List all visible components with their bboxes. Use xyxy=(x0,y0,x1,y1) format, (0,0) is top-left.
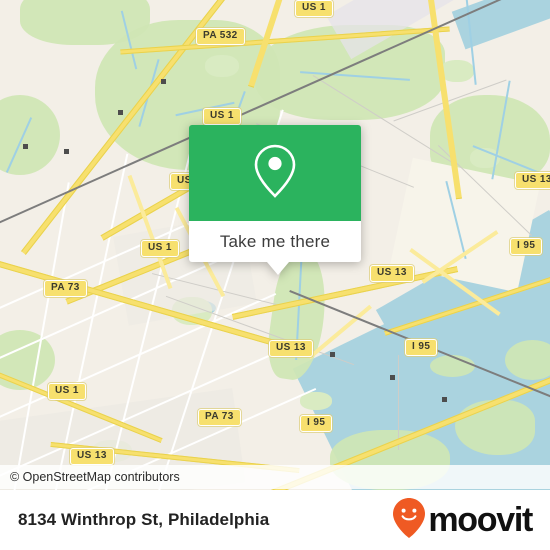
road-shield: PA 532 xyxy=(196,28,245,45)
road-shield: US 13 xyxy=(269,340,313,357)
take-me-there-label: Take me there xyxy=(219,231,331,251)
osm-attribution: © OpenStreetMap contributors xyxy=(0,465,550,489)
road-shield: US 1 xyxy=(203,108,241,125)
road-shield: I 95 xyxy=(510,238,543,255)
road-shield: US 1 xyxy=(141,240,179,257)
road-shield: US 13 xyxy=(515,172,550,189)
callout-pointer xyxy=(267,262,289,275)
road-shield: I 95 xyxy=(405,339,438,356)
road-shield: PA 73 xyxy=(198,409,241,426)
moovit-map-screenshot: US 1 PA 532 US 1 US 1 US 13 US 1 PA 73 US 13 I 9… xyxy=(0,0,550,550)
footer-bar: 8134 Winthrop St, Philadelphia moovit xyxy=(0,490,550,550)
destination-callout[interactable]: Take me there xyxy=(189,125,361,275)
road-shield: US 13 xyxy=(70,448,114,465)
road-shield: US 1 xyxy=(48,383,86,400)
moovit-smiley-pin-icon xyxy=(392,497,426,544)
address-label: 8134 Winthrop St, Philadelphia xyxy=(18,510,270,529)
osm-attribution-text: © OpenStreetMap contributors xyxy=(10,470,180,484)
road-shield: US 13 xyxy=(370,265,414,282)
take-me-there-button[interactable]: Take me there xyxy=(189,221,361,262)
road-shield: PA 73 xyxy=(44,280,87,297)
moovit-wordmark: moovit xyxy=(428,501,533,539)
road-shield: US 1 xyxy=(295,0,333,17)
callout-header xyxy=(189,125,361,221)
road-shield: I 95 xyxy=(300,415,333,432)
map-pin-icon xyxy=(252,142,298,205)
moovit-logo[interactable]: moovit xyxy=(392,497,533,544)
